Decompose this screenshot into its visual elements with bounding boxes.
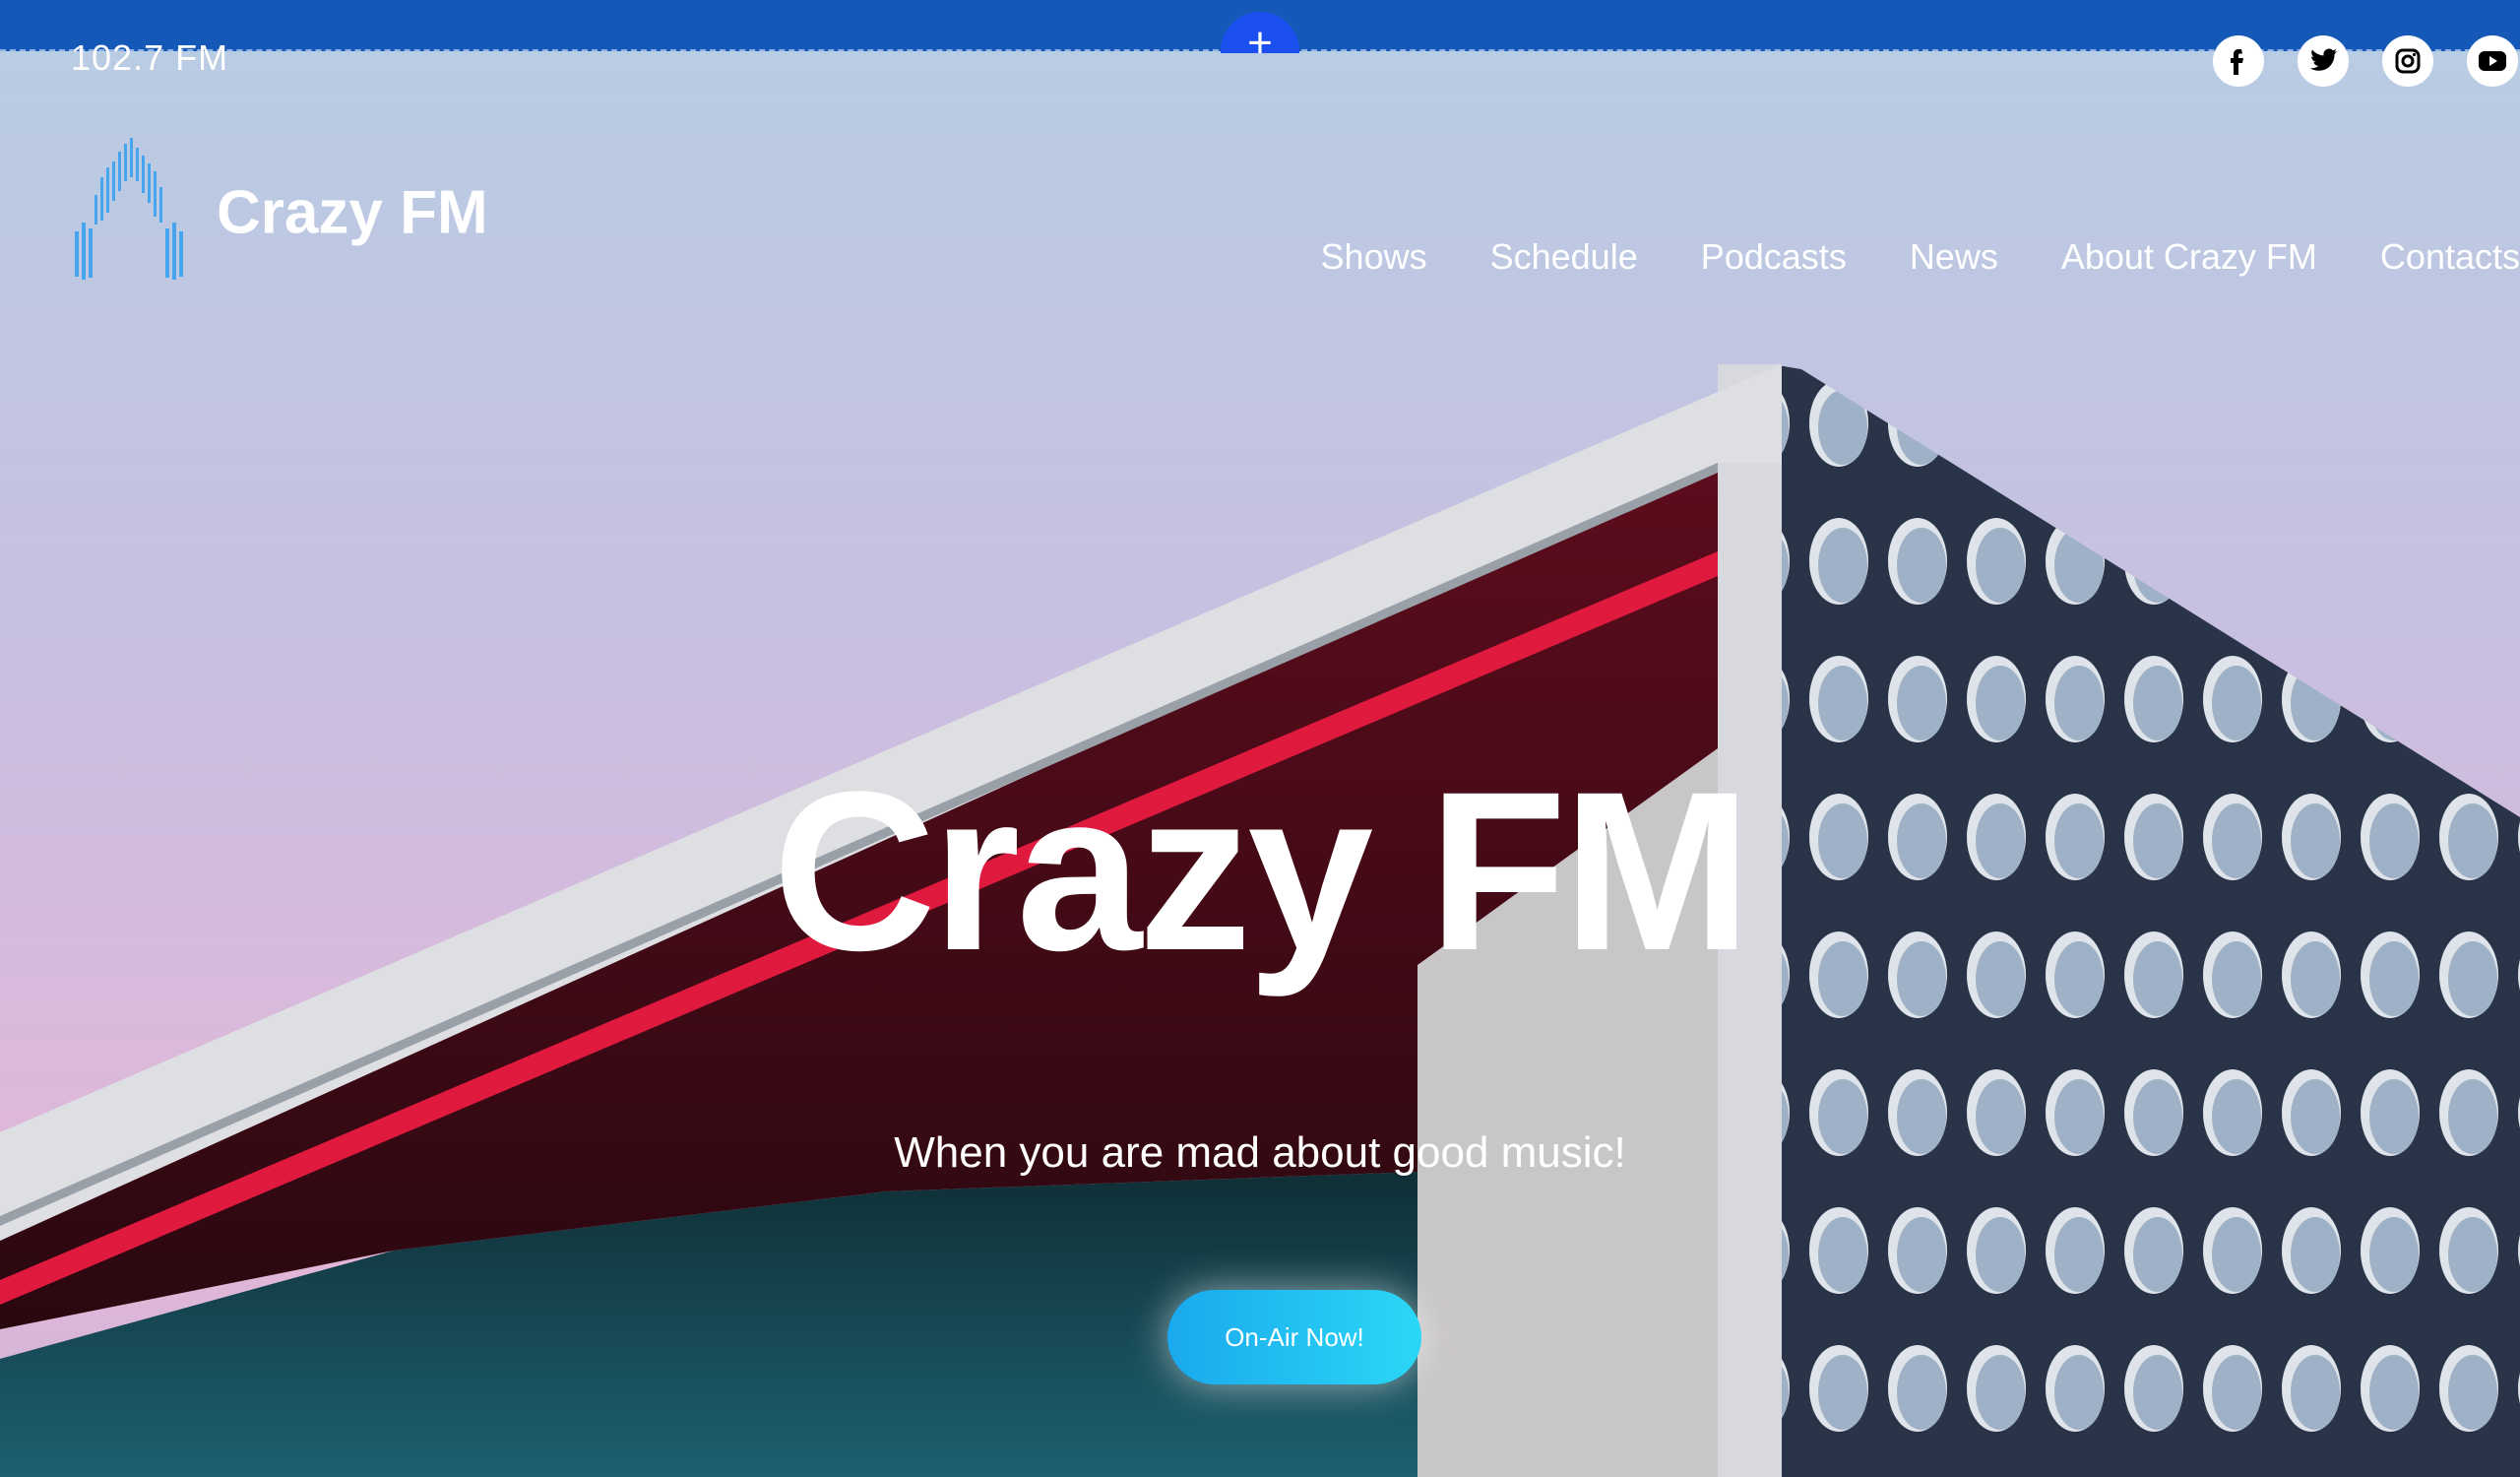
main-navigation: Shows Schedule Podcasts News About Crazy… <box>1321 236 2520 278</box>
nav-item-podcasts[interactable]: Podcasts <box>1701 236 1847 278</box>
headphones-logo-icon <box>75 138 183 280</box>
editor-toolbar: + <box>0 0 2520 67</box>
add-section-button[interactable]: + <box>1221 12 1299 67</box>
facebook-icon[interactable] <box>2213 35 2264 87</box>
brand-name: Crazy FM <box>217 178 488 247</box>
instagram-icon[interactable] <box>2382 35 2433 87</box>
nav-item-contacts[interactable]: Contacts <box>2380 236 2520 278</box>
nav-item-news[interactable]: News <box>1910 236 1998 278</box>
station-frequency: 102.7 FM <box>71 37 229 78</box>
youtube-icon[interactable] <box>2467 35 2518 87</box>
hero-subtitle: When you are mad about good music! <box>894 1128 1626 1177</box>
site-logo[interactable]: Crazy FM <box>65 138 498 286</box>
social-links <box>2213 35 2518 87</box>
on-air-now-button[interactable]: On-Air Now! <box>1167 1290 1421 1384</box>
nav-item-shows[interactable]: Shows <box>1321 236 1427 278</box>
nav-item-schedule[interactable]: Schedule <box>1490 236 1638 278</box>
nav-item-about[interactable]: About Crazy FM <box>2061 236 2317 278</box>
twitter-icon[interactable] <box>2298 35 2349 87</box>
hero-title: Crazy FM <box>772 744 1751 997</box>
